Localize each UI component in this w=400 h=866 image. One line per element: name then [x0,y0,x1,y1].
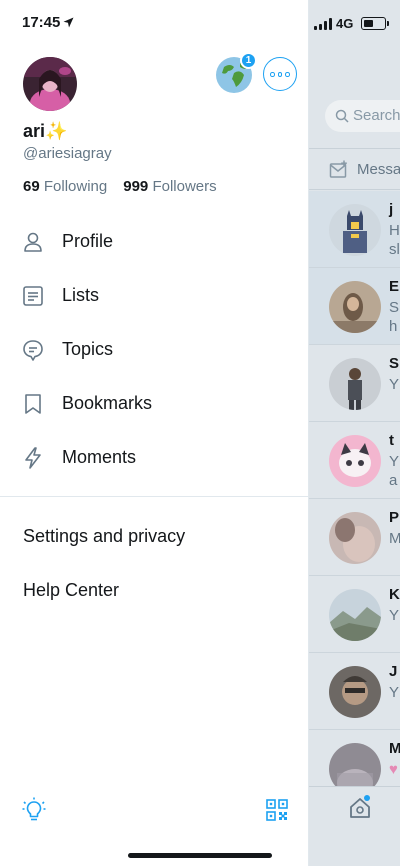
menu-item-label: Topics [62,339,114,359]
conversation-name: S [389,355,400,372]
menu-item-moments[interactable]: Moments [0,431,309,485]
notification-dot [364,795,370,801]
conversation-preview: ♥ [389,761,398,778]
search-input[interactable]: Search [325,100,400,132]
location-arrow-icon [63,17,74,28]
search-placeholder: Search [353,107,400,124]
menu-item-lists[interactable]: Lists [0,269,309,323]
topics-icon [23,340,43,361]
sparkles-emoji: ✨ [45,121,68,141]
conversation-name: t [389,432,394,449]
clock: 17:45 [22,14,61,31]
message-requests-bar[interactable]: Messa [309,148,400,190]
account-switcher[interactable]: 1 [216,52,257,93]
status-bar-right: 4G [314,14,400,34]
lightning-icon [25,447,41,469]
conversation-avatar [329,435,381,487]
menu-item-label: Profile [62,231,114,251]
conversation-preview: Y [389,684,400,701]
list-icon [23,286,43,306]
conversation-row[interactable]: K Y [309,576,400,653]
conversation-avatar [329,512,381,564]
conversation-name: E [389,278,400,295]
menu-item-label: Bookmarks [62,393,153,413]
messages-label: Messa [357,161,400,178]
conversation-avatar [329,589,381,641]
conversation-avatar [329,204,381,256]
conversation-preview: Hsl [389,222,400,258]
bottom-tab-bar [309,786,400,866]
conversation-list: j Hsl E Sh S Y t Ya P M K Y J Y M ♥ [309,191,400,807]
conversation-avatar [329,281,381,333]
side-drawer: 17:45 1 ari✨ @ariesiagray 69 Following 99… [0,0,309,866]
display-name[interactable]: ari✨ [23,121,67,142]
status-bar-left: 17:45 [22,14,74,31]
conversation-row[interactable]: E Sh [309,268,400,345]
account-badge: 1 [240,52,257,69]
conversation-row[interactable]: t Ya [309,422,400,499]
following-link[interactable]: 69 Following [23,178,107,195]
network-label: 4G [336,16,354,31]
conversation-name: M [389,740,400,757]
settings-and-privacy-link[interactable]: Settings and privacy [23,526,185,547]
conversation-avatar [329,358,381,410]
conversation-preview: Y [389,376,400,393]
conversation-row[interactable]: P M [309,499,400,576]
conversation-name: K [389,586,400,603]
menu-item-label: Lists [62,285,100,305]
follow-stats: 69 Following 999 Followers [23,178,217,195]
person-icon [24,232,42,252]
lightbulb-icon[interactable] [22,797,46,823]
conversation-row[interactable]: J Y [309,653,400,730]
signal-icon [314,18,336,30]
conversation-name: P [389,509,400,526]
qr-code-icon[interactable] [266,799,288,821]
more-accounts-button[interactable] [263,57,297,91]
conversation-name: j [389,201,394,218]
conversation-preview: Ya [389,453,400,489]
user-handle[interactable]: @ariesiagray [23,145,112,162]
conversation-preview: Y [389,607,400,624]
followers-link[interactable]: 999 Followers [123,178,216,195]
menu-divider [0,496,309,497]
menu-item-profile[interactable]: Profile [0,215,309,269]
home-indicator [128,853,272,858]
conversation-preview: M [389,530,400,547]
conversation-preview: Sh [389,299,400,335]
drawer-menu: Profile Lists Topics Bookmarks Moments [0,215,309,485]
conversation-name: J [389,663,398,680]
conversation-row[interactable]: S Y [309,345,400,422]
menu-item-label: Moments [62,447,137,467]
new-message-icon [329,160,347,178]
menu-item-topics[interactable]: Topics [0,323,309,377]
search-icon [335,109,349,123]
conversation-row[interactable]: j Hsl [309,191,400,268]
conversation-avatar [329,666,381,718]
profile-avatar[interactable] [23,57,77,111]
bookmark-icon [25,394,41,414]
messages-panel: 4G Search Messa j Hsl E Sh S Y t Y a P M… [309,0,400,866]
battery-icon [361,17,389,30]
menu-item-bookmarks[interactable]: Bookmarks [0,377,309,431]
help-center-link[interactable]: Help Center [23,580,119,601]
